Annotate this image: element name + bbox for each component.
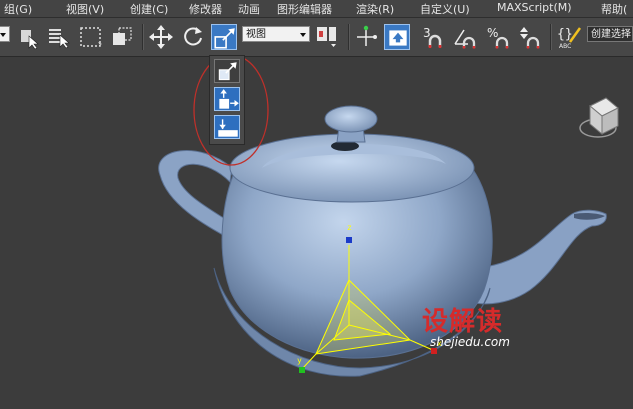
pivot-center-icon [317,27,336,47]
y-axis-handle [299,367,305,373]
svg-text:ABC: ABC [559,43,571,50]
menu-help[interactable]: 帮助( [601,1,627,17]
select-object-icon [21,30,39,50]
angle-snap-button[interactable] [452,24,478,50]
percent-snap-button[interactable]: % [485,24,511,50]
move-icon [149,25,173,49]
toolbar-separator [142,24,144,50]
toolbar-separator [550,24,552,50]
teapot-scene [158,57,619,377]
select-and-scale-button[interactable] [211,24,237,50]
toolbar-separator [348,24,350,50]
snap-magnet-icon: 3 [423,26,442,48]
chevron-down-icon [300,33,306,37]
select-by-name-icon [49,29,70,49]
viewcube [579,97,619,138]
menu-rendering[interactable]: 渲染(R) [356,1,394,17]
gizmo-z-label: z [347,223,352,232]
uniform-scale-button[interactable] [214,59,240,83]
watermark-brand: 设解读 [422,307,504,337]
scale-uniform-icon [214,28,235,49]
edit-named-selection-button[interactable]: {} ABC [556,24,582,50]
teapot-knob [324,105,378,133]
menu-maxscript[interactable]: MAXScript(M) [497,1,572,14]
angle-snap-icon [454,29,476,49]
snaps-toggle-button[interactable]: 3 [420,24,446,50]
select-and-rotate-button[interactable] [180,24,206,50]
scale-nonuniform-icon [219,89,239,109]
gizmo-y-label: y [297,356,302,365]
perspective-viewport[interactable]: z x y [0,57,633,409]
menu-modifiers[interactable]: 修改器 [189,1,222,17]
spinner-snap-icon [520,27,540,49]
select-object-button[interactable] [15,24,41,50]
watermark-url: shejiedu.com [430,335,510,349]
menu-graph-editors[interactable]: 图形编辑器 [277,1,332,17]
squash-button[interactable] [214,115,240,139]
spinner-snap-button[interactable] [516,24,542,50]
scale-flyout [209,55,245,145]
menu-view[interactable]: 视图(V) [66,1,104,17]
select-by-name-button[interactable] [46,24,72,50]
rectangle-selection-icon [80,27,102,47]
window-crossing-button[interactable] [110,24,136,50]
menu-group[interactable]: 组(G) [4,1,32,17]
pivot-point-center-button[interactable] [314,24,340,50]
selection-filter-dropdown[interactable] [0,26,10,42]
window-crossing-icon [113,27,132,45]
named-selection-sets-dropdown[interactable]: 创建选择 [587,26,633,42]
percent-snap-icon: % [487,26,509,49]
menu-create[interactable]: 创建(C) [130,1,168,17]
named-selection-icon: {} ABC [557,27,582,50]
menu-animation[interactable]: 动画 [238,1,260,17]
rectangular-selection-button[interactable] [78,24,104,50]
reference-coordinate-dropdown[interactable]: 视图 [242,26,310,42]
select-and-manipulate-button[interactable] [353,24,379,50]
scale-uniform-icon [218,62,237,81]
keyboard-shortcut-override-button[interactable] [384,24,410,50]
squash-icon [218,119,238,137]
menu-bar: 组(G) 视图(V) 创建(C) 修改器 动画 图形编辑器 渲染(R) 自定义(… [0,0,633,18]
menu-customize[interactable]: 自定义(U) [420,1,470,17]
reference-coordinate-value: 视图 [246,29,266,40]
keyboard-override-icon [389,30,407,46]
percent-label: % [487,26,498,40]
z-axis-handle [346,237,352,243]
select-and-move-button[interactable] [148,24,174,50]
snap-label: 3 [423,26,431,40]
main-toolbar: 视图 3 % {} ABC 创建选择 [0,18,633,57]
rotate-icon [184,27,202,46]
non-uniform-scale-button[interactable] [214,87,240,111]
manipulate-icon [357,25,377,46]
named-selection-sets-value: 创建选择 [591,29,631,40]
chevron-down-icon [0,33,6,37]
